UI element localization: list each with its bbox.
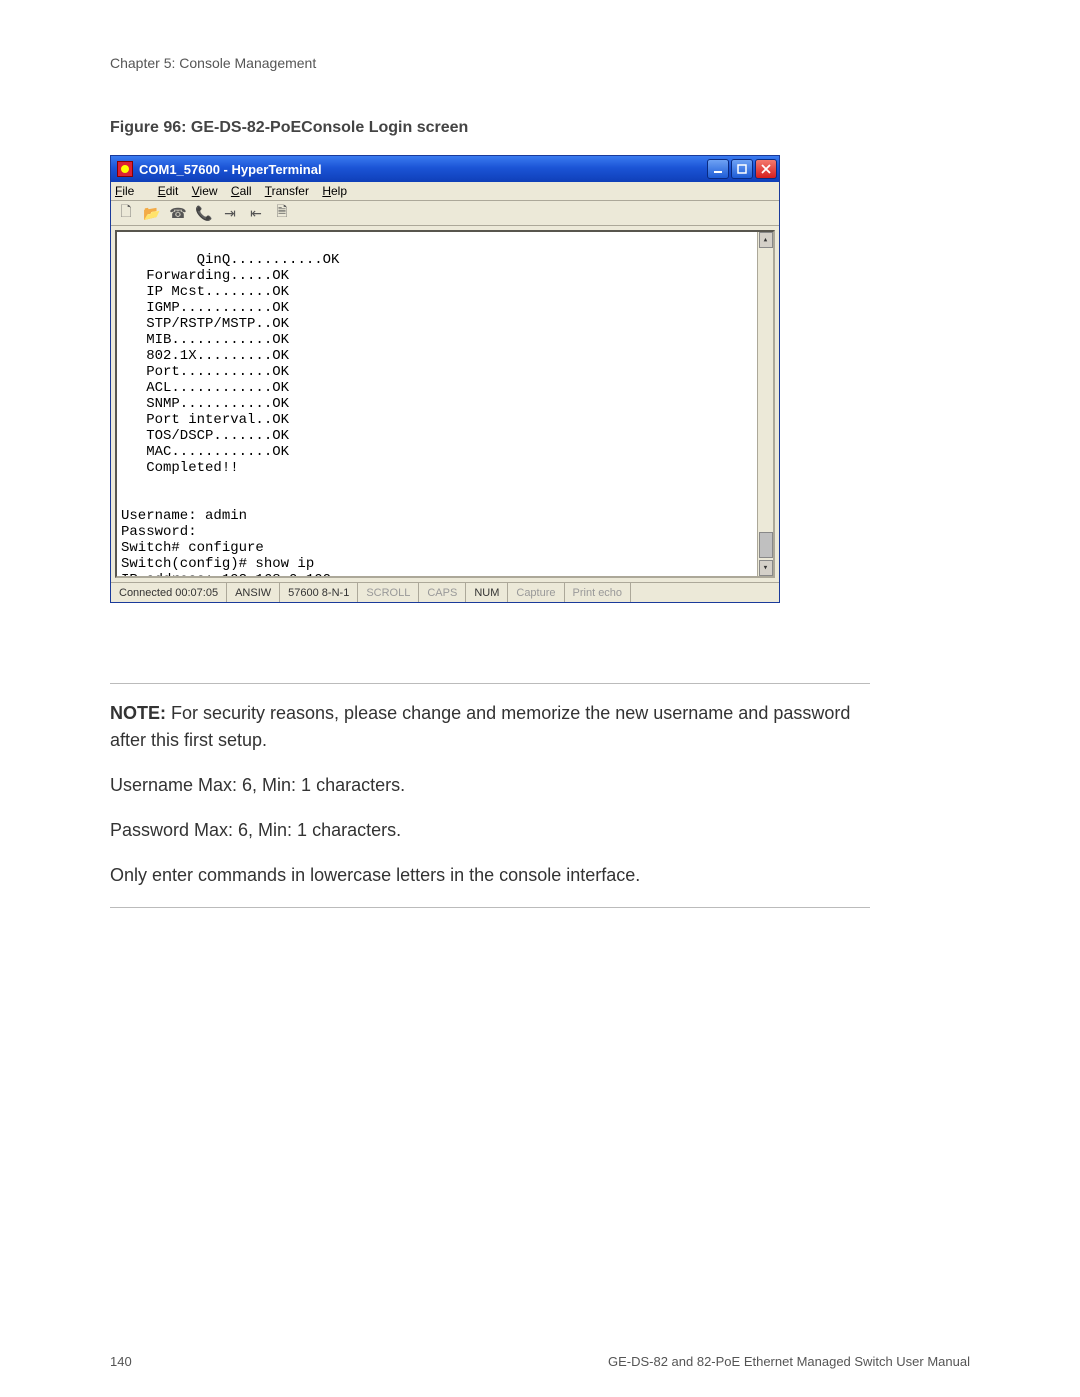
receive-icon[interactable]: ⇤: [247, 204, 265, 222]
toolbar: 🗋 📂 ☎ 📞 ⇥ ⇤ 🗎: [111, 201, 779, 226]
phone-icon[interactable]: ☎: [169, 204, 187, 222]
username-constraint: Username Max: 6, Min: 1 characters.: [110, 772, 870, 799]
doc-title: GE-DS-82 and 82-PoE Ethernet Managed Swi…: [608, 1354, 970, 1369]
body-text: NOTE: For security reasons, please chang…: [110, 683, 870, 908]
maximize-button[interactable]: [731, 159, 753, 179]
status-capture: Capture: [508, 583, 564, 602]
status-num: NUM: [466, 583, 508, 602]
note-paragraph: NOTE: For security reasons, please chang…: [110, 700, 870, 754]
chapter-header: Chapter 5: Console Management: [110, 55, 970, 71]
hyperterminal-window: COM1_57600 - HyperTerminal File Edit Vie…: [110, 155, 780, 603]
minimize-button[interactable]: [707, 159, 729, 179]
divider: [110, 907, 870, 908]
menu-call[interactable]: Call: [231, 184, 252, 198]
note-label: NOTE:: [110, 703, 166, 723]
menubar: File Edit View Call Transfer Help: [111, 182, 779, 201]
figure-caption: Figure 96: GE-DS-82-PoEConsole Login scr…: [110, 119, 970, 137]
password-constraint: Password Max: 6, Min: 1 characters.: [110, 817, 870, 844]
menu-edit[interactable]: Edit: [158, 184, 179, 198]
statusbar: Connected 00:07:05 ANSIW 57600 8-N-1 SCR…: [111, 582, 779, 602]
close-button[interactable]: [755, 159, 777, 179]
terminal[interactable]: QinQ...........OK Forwarding.....OK IP M…: [115, 230, 775, 578]
status-printecho: Print echo: [565, 583, 632, 602]
divider: [110, 683, 870, 684]
window-title: COM1_57600 - HyperTerminal: [139, 162, 707, 177]
scroll-up-icon[interactable]: ▴: [759, 232, 773, 248]
scroll-down-icon[interactable]: ▾: [759, 560, 773, 576]
menu-transfer[interactable]: Transfer: [265, 184, 309, 198]
terminal-scrollbar[interactable]: ▴ ▾: [757, 232, 773, 576]
status-scroll: SCROLL: [358, 583, 419, 602]
page-footer: 140 GE-DS-82 and 82-PoE Ethernet Managed…: [110, 1354, 970, 1369]
menu-help[interactable]: Help: [322, 184, 347, 198]
titlebar[interactable]: COM1_57600 - HyperTerminal: [111, 156, 779, 182]
status-caps: CAPS: [419, 583, 466, 602]
lowercase-instruction: Only enter commands in lowercase letters…: [110, 862, 870, 889]
note-text-1: For security reasons, please change and …: [110, 703, 850, 750]
app-icon: [117, 161, 133, 177]
send-icon[interactable]: ⇥: [221, 204, 239, 222]
scroll-thumb[interactable]: [759, 532, 773, 558]
new-doc-icon[interactable]: 🗋: [117, 204, 135, 222]
open-icon[interactable]: 📂: [143, 204, 161, 222]
menu-file[interactable]: File: [115, 184, 144, 198]
terminal-text: QinQ...........OK Forwarding.....OK IP M…: [121, 252, 339, 578]
status-encoding: ANSIW: [227, 583, 280, 602]
properties-icon[interactable]: 🗎: [273, 204, 291, 222]
status-connected: Connected 00:07:05: [111, 583, 227, 602]
menu-view[interactable]: View: [192, 184, 218, 198]
terminal-container: QinQ...........OK Forwarding.....OK IP M…: [111, 226, 779, 582]
page-number: 140: [110, 1354, 132, 1369]
status-baud: 57600 8-N-1: [280, 583, 358, 602]
receiver-icon[interactable]: 📞: [195, 204, 213, 222]
